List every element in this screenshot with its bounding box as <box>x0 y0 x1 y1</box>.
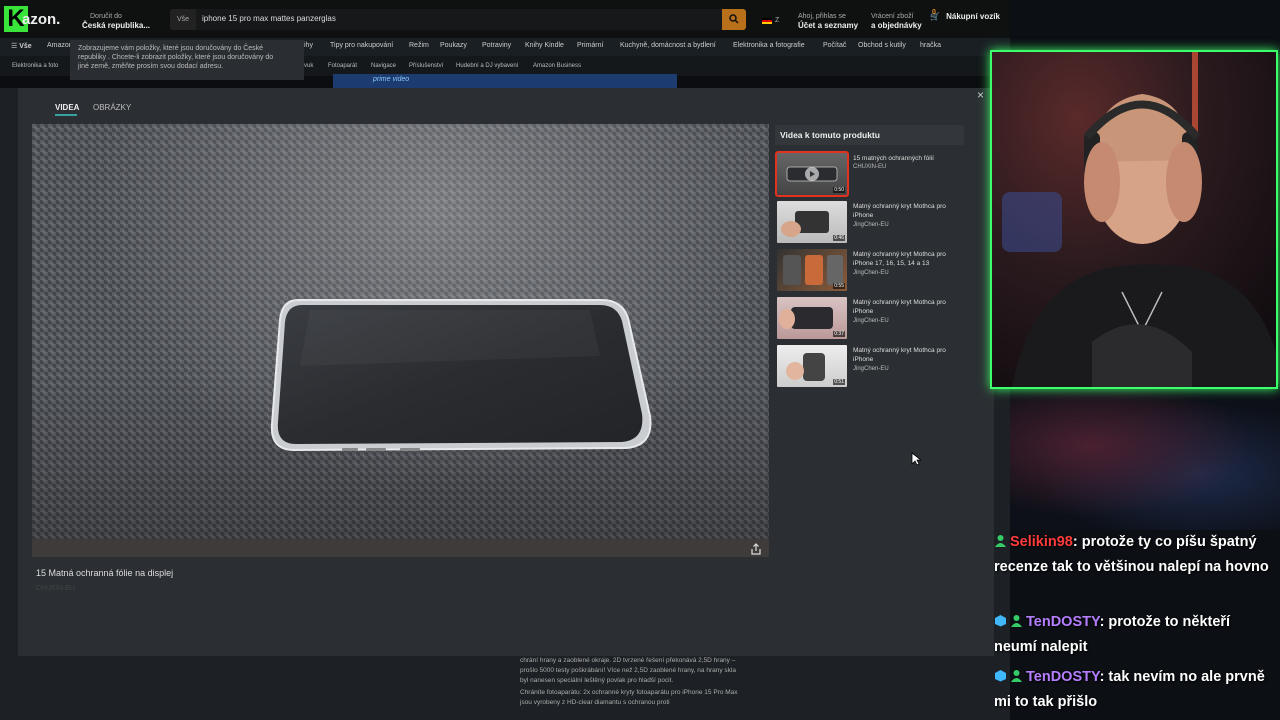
video-list-item[interactable]: 0:37 Matný ochranný kryt Mothca pro iPho… <box>777 297 967 341</box>
mouse-cursor-icon <box>911 452 921 466</box>
product-description: chrání hrany a zaoblené okraje. 2D tvrze… <box>520 657 738 706</box>
video-list-title: 15 matných ochranných fólií <box>853 155 934 162</box>
subnav-item[interactable]: Hudební a DJ vybavení <box>456 63 518 69</box>
video-thumbnail: 0:51 <box>777 345 847 387</box>
nav-item[interactable]: hračka <box>920 42 941 49</box>
subnav-item[interactable]: Amazon Business <box>533 63 581 69</box>
nav-item[interactable]: Knihy Kindle <box>525 42 564 49</box>
nav-item[interactable]: Obchod s kutily <box>858 42 906 49</box>
nav-item[interactable]: Počítač <box>823 42 846 49</box>
chat-username[interactable]: Selikin98 <box>1010 534 1073 550</box>
video-list-author: JingChen-EU <box>853 222 889 228</box>
cube-badge-icon <box>994 666 1007 682</box>
chat-message: TenDOSTY: tak nevím no ale prvně mi to t… <box>994 665 1276 715</box>
stream-chat: Selikin98: protože ty co píšu špatný rec… <box>990 530 1280 720</box>
video-thumbnail: 0:37 <box>777 297 847 339</box>
tab-images[interactable]: OBRÁZKY <box>93 103 131 112</box>
phone-image <box>270 299 652 452</box>
nav-item[interactable]: Kuchyně, domácnost a bydlení <box>620 42 716 49</box>
subnav-item[interactable]: Fotoaparát <box>328 63 357 69</box>
nav-item[interactable]: Amazon <box>47 42 73 49</box>
nav-item[interactable]: Tipy pro nakupování <box>330 42 393 49</box>
subscriber-badge-icon <box>1010 611 1023 627</box>
video-list-item[interactable]: 0:55 Matný ochranný kryt Mothca pro iPho… <box>777 249 967 293</box>
nav-item[interactable]: Primární <box>577 42 603 49</box>
nav-item[interactable]: ihy <box>304 42 313 49</box>
subscriber-badge-icon <box>1010 666 1023 682</box>
returns-orders[interactable]: Vrácení zboží a objednávky <box>871 12 922 30</box>
video-list-item[interactable]: 0:50 15 matných ochranných fólií CHUXIN-… <box>775 151 967 197</box>
video-progress-bar[interactable] <box>32 539 769 557</box>
amazon-logo[interactable]: K azon. <box>4 6 70 32</box>
language-label[interactable]: Z <box>775 16 779 25</box>
video-thumbnail: 0:55 <box>777 249 847 291</box>
video-title: 15 Matná ochranná fólie na displej <box>36 568 174 578</box>
video-thumbnail: 0:50 <box>775 151 849 197</box>
close-icon[interactable]: × <box>977 88 989 102</box>
search-input[interactable]: iphone 15 pro max mattes panzerglas <box>202 14 336 23</box>
prime-video-banner[interactable]: prime video <box>333 74 677 88</box>
flag-icon[interactable] <box>762 18 772 24</box>
search-icon <box>729 14 739 24</box>
background-blur <box>1010 390 1280 530</box>
cart-button[interactable]: 🛒0 Nákupní vozík <box>930 9 1000 21</box>
video-list-title: Matný ochranný kryt Mothca pro iPhone <box>853 347 946 363</box>
delivery-notice-popup: Zobrazujeme vám položky, které jsou doru… <box>70 40 304 80</box>
video-list-title: Matný ochranný kryt Mothca pro iPhone 17… <box>853 251 946 267</box>
cube-badge-icon <box>994 611 1007 627</box>
subnav-item[interactable]: Elektronika a foto <box>12 63 58 69</box>
video-list-item[interactable]: 0:46 Matný ochranný kryt Mothca pro iPho… <box>777 201 967 245</box>
nav-item[interactable]: Poukazy <box>440 42 467 49</box>
nav-item[interactable]: Režim <box>409 42 429 49</box>
search-bar: Vše iphone 15 pro max mattes panzerglas <box>170 9 746 30</box>
video-thumbnail: 0:46 <box>777 201 847 243</box>
video-list-author: JingChen-EU <box>853 318 889 324</box>
subnav-item[interactable]: Příslušenství <box>409 63 443 69</box>
active-tab-indicator <box>55 114 77 116</box>
nav-item[interactable]: Elektronika a fotografie <box>733 42 805 49</box>
video-list-item[interactable]: 0:51 Matný ochranný kryt Mothca pro iPho… <box>777 345 967 389</box>
streamer-webcam <box>992 52 1276 387</box>
menu-all[interactable]: ☰ Vše <box>11 42 32 50</box>
subscriber-badge-icon <box>994 531 1007 547</box>
tab-videos[interactable]: VIDEA <box>55 103 79 112</box>
amazon-header: K azon. Doručit do Česká republika... Vš… <box>0 0 1010 38</box>
chat-message: TenDOSTY: protože to někteří neumí nalep… <box>994 610 1276 660</box>
chat-username[interactable]: TenDOSTY <box>1026 669 1100 685</box>
video-list-title: Matný ochranný kryt Mothca pro iPhone <box>853 203 946 219</box>
video-list-title: Matný ochranný kryt Mothca pro iPhone <box>853 299 946 315</box>
nav-item[interactable]: Potraviny <box>482 42 511 49</box>
share-icon[interactable] <box>750 543 762 555</box>
video-list-author: JingChen-EU <box>853 366 889 372</box>
chat-username[interactable]: TenDOSTY <box>1026 614 1100 630</box>
chat-message: Selikin98: protože ty co píšu špatný rec… <box>994 530 1276 580</box>
video-list-author: CHUXIN-EU <box>853 164 887 170</box>
account-menu[interactable]: Ahoj, přihlas se Účet a seznamy <box>798 12 858 30</box>
video-author: CHUXIN-EU <box>36 585 75 592</box>
subnav-item[interactable]: Navigace <box>371 63 396 69</box>
video-list-author: JingChen-EU <box>853 270 889 276</box>
search-category-select[interactable]: Vše <box>170 9 196 30</box>
related-videos-header: Videa k tomuto produktu <box>775 125 964 145</box>
webcam-overlay <box>990 50 1278 389</box>
deliver-to[interactable]: Doručit do Česká republika... <box>82 12 150 30</box>
search-button[interactable] <box>722 9 746 30</box>
